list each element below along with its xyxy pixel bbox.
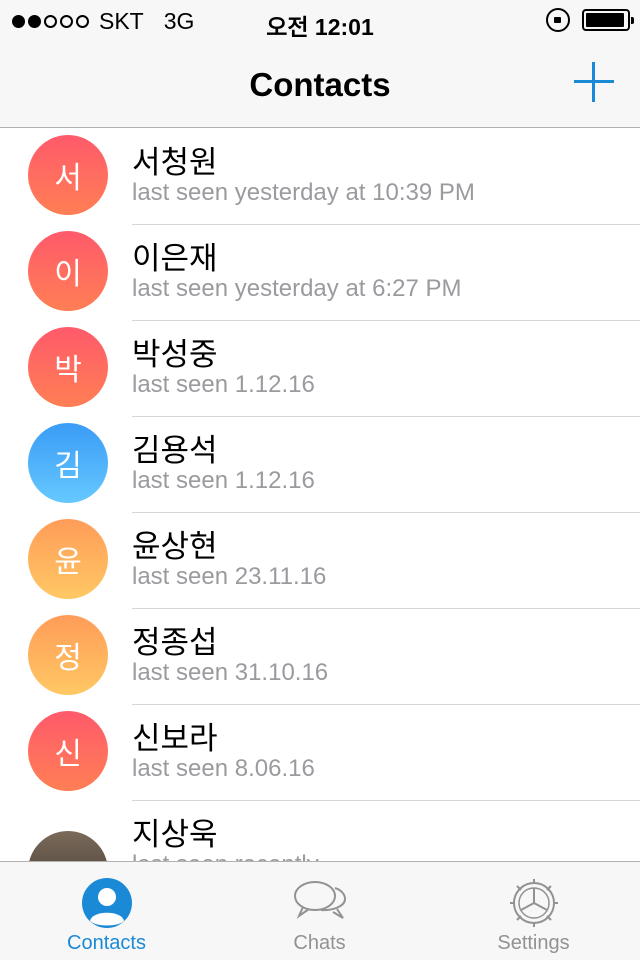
contact-name: 지상욱 xyxy=(132,817,218,853)
contact-text: 지상욱last seen recently xyxy=(132,801,640,861)
chat-bubbles-icon xyxy=(293,881,346,919)
contact-row[interactable]: 박 박성중 last seen 1.12.16 xyxy=(0,321,640,417)
tab-chats[interactable]: Chats xyxy=(213,862,426,960)
contact-last-seen: last seen 31.10.16 xyxy=(132,659,329,686)
contact-text: 윤상현 last seen 23.11.16 xyxy=(132,513,640,609)
contact-row[interactable]: 정 정종섭 last seen 31.10.16 xyxy=(0,609,640,705)
battery-fill xyxy=(586,13,624,27)
avatar: 신 xyxy=(28,711,108,791)
contact-text: 신보라 last seen 8.06.16 xyxy=(132,705,640,801)
contact-row[interactable]: 윤 윤상현 last seen 23.11.16 xyxy=(0,513,640,609)
contact-row[interactable]: 이 이은재 last seen yesterday at 6:27 PM xyxy=(0,225,640,321)
contact-row[interactable]: 김 김용석 last seen 1.12.16 xyxy=(0,417,640,513)
contact-name: 서청원 xyxy=(132,145,218,181)
contact-row[interactable]: 서 서청원 last seen yesterday at 10:39 PM xyxy=(0,129,640,225)
gear-icon xyxy=(509,879,558,927)
contact-last-seen: last seen 1.12.16 xyxy=(132,371,315,398)
add-contact-button[interactable] xyxy=(574,62,614,102)
status-right xyxy=(546,8,634,32)
contact-list[interactable]: 서 서청원 last seen yesterday at 10:39 PM 이 이은재 l… xyxy=(0,129,640,861)
avatar: 윤 xyxy=(28,519,108,599)
contact-last-seen: last seen 1.12.16 xyxy=(132,467,315,494)
battery-icon xyxy=(582,9,634,31)
contact-name: 윤상현 xyxy=(132,529,218,565)
avatar xyxy=(28,831,108,861)
contact-name: 박성중 xyxy=(132,337,218,373)
navigation-bar: Contacts xyxy=(0,40,640,128)
contact-last-seen: last seen yesterday at 10:39 PM xyxy=(132,179,475,206)
contact-last-seen: last seen 8.06.16 xyxy=(132,755,315,782)
contact-last-seen: last seen 23.11.16 xyxy=(132,563,327,590)
person-icon xyxy=(81,878,132,928)
tab-settings[interactable]: Settings xyxy=(427,862,640,960)
contact-text: 정종섭 last seen 31.10.16 xyxy=(132,609,640,705)
status-time: 오전 12:01 xyxy=(266,14,374,40)
contact-row[interactable]: 신 신보라 last seen 8.06.16 xyxy=(0,705,640,801)
contact-text: 이은재 last seen yesterday at 6:27 PM xyxy=(132,225,640,321)
contact-text: 박성중 last seen 1.12.16 xyxy=(132,321,640,417)
contact-text: 서청원 last seen yesterday at 10:39 PM xyxy=(132,129,640,225)
contact-name: 이은재 xyxy=(132,241,218,277)
tab-label: Contacts xyxy=(67,932,146,954)
tab-label: Chats xyxy=(293,932,346,954)
avatar: 서 xyxy=(28,135,108,215)
contact-name: 정종섭 xyxy=(132,625,218,661)
contact-name: 신보라 xyxy=(132,721,218,757)
avatar: 이 xyxy=(28,231,108,311)
tab-contacts[interactable]: Contacts xyxy=(0,862,213,960)
rotation-lock-icon xyxy=(546,8,570,32)
status-bar: SKT 3G 오전 12:01 xyxy=(0,0,640,40)
tab-bar: Contacts Chats Settings xyxy=(0,861,640,960)
page-title: Contacts xyxy=(249,66,391,103)
avatar: 정 xyxy=(28,615,108,695)
contact-text: 김용석 last seen 1.12.16 xyxy=(132,417,640,513)
contact-name: 김용석 xyxy=(132,433,218,469)
avatar: 김 xyxy=(28,423,108,503)
contact-last-seen: last seen yesterday at 6:27 PM xyxy=(132,275,462,302)
avatar: 박 xyxy=(28,327,108,407)
contact-last-seen: last seen recently xyxy=(132,851,319,861)
contact-row[interactable]: 지상욱last seen recently xyxy=(0,801,640,861)
tab-label: Settings xyxy=(497,932,570,954)
